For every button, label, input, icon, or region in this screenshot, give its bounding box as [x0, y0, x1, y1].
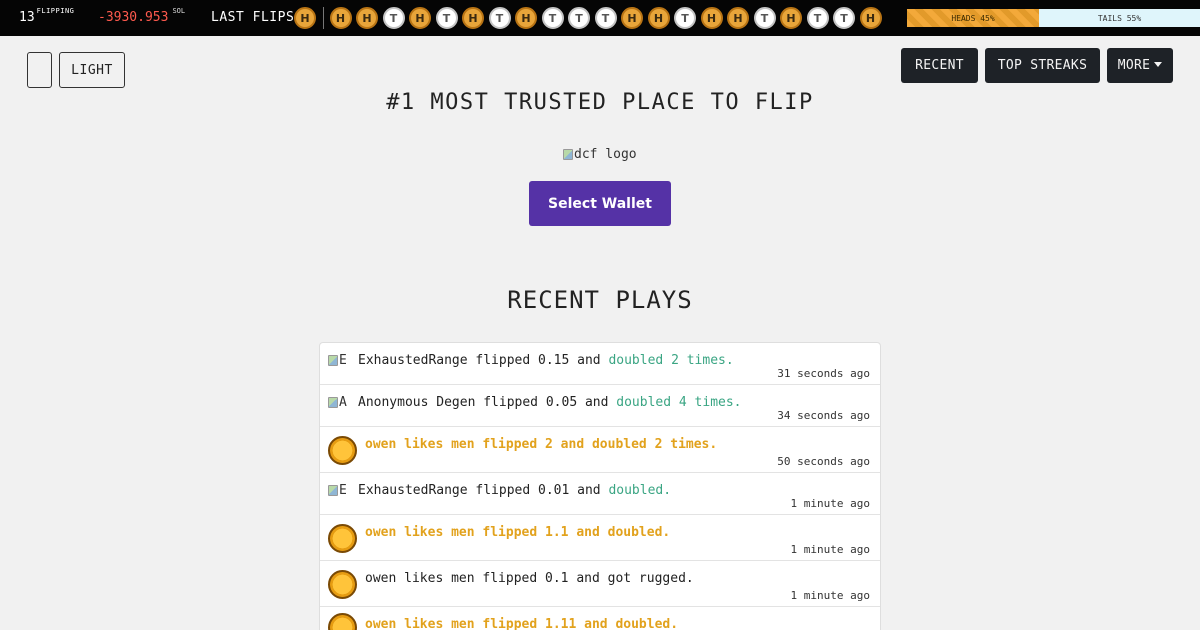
flipping-label: FLIPPING: [36, 7, 75, 15]
coin-list: HHTHTHTHTTTHHTHHTHTTH: [329, 7, 887, 29]
play-row: E ExhaustedRange flipped 0.01 and doubled…: [320, 473, 880, 515]
play-timestamp: 50 seconds ago: [777, 455, 870, 468]
tails-coin-icon: T: [568, 7, 590, 29]
heads-coin-icon: H: [329, 7, 352, 29]
tails-coin-icon: T: [382, 7, 405, 29]
nav-top-streaks-button[interactable]: TOP STREAKS: [985, 48, 1100, 83]
broken-image-icon: [563, 148, 573, 160]
heads-coin-icon: H: [356, 7, 378, 29]
avatar-alt-text: E: [339, 353, 347, 368]
tails-coin-icon: T: [833, 7, 855, 29]
play-text: ExhaustedRange flipped 0.15 and: [358, 353, 609, 368]
play-timestamp: 34 seconds ago: [777, 409, 870, 422]
broken-image-icon: [328, 397, 338, 408]
heads-coin-icon: H: [727, 7, 749, 29]
heads-coin-icon: H: [859, 7, 882, 29]
play-text: ExhaustedRange flipped 0.01 and: [358, 483, 609, 498]
avatar: E: [328, 353, 347, 368]
broken-image-icon: [328, 485, 338, 496]
play-description: owen likes men flipped 2 and doubled 2 t…: [365, 437, 717, 452]
avatar: A: [328, 395, 347, 410]
play-description: ExhaustedRange flipped 0.15 and doubled …: [358, 353, 734, 368]
tails-coin-icon: T: [674, 7, 696, 29]
tails-coin-icon: T: [806, 7, 829, 29]
heads-coin-icon: H: [700, 7, 723, 29]
play-text: Anonymous Degen flipped 0.05 and: [358, 395, 617, 410]
avatar: E: [328, 483, 347, 498]
play-text: owen likes men flipped 0.1 and got rugge…: [365, 571, 694, 586]
play-row: A Anonymous Degen flipped 0.05 and double…: [320, 385, 880, 427]
heads-coin-icon: H: [515, 7, 537, 29]
select-wallet-button[interactable]: Select Wallet: [529, 181, 671, 226]
broken-image-icon: [328, 355, 338, 366]
flipping-counter: 13 FLIPPING: [19, 7, 75, 25]
play-row: owen likes men flipped 2 and doubled 2 t…: [320, 427, 880, 473]
coin-icon: H: [294, 7, 316, 29]
play-result: doubled 2 times.: [608, 353, 734, 368]
play-description: Anonymous Degen flipped 0.05 and doubled…: [358, 395, 742, 410]
page-headline: #1 MOST TRUSTED PLACE TO FLIP: [386, 90, 814, 115]
tails-coin-icon: T: [435, 7, 458, 29]
coin-avatar-icon: [328, 436, 357, 465]
heads-tails-ratio-bar: HEADS 45% TAILS 55%: [907, 9, 1200, 27]
avatar-alt-text: E: [339, 483, 347, 498]
play-description: ExhaustedRange flipped 0.01 and doubled.: [358, 483, 671, 498]
heads-coin-icon: H: [409, 7, 431, 29]
play-row: owen likes men flipped 1.11 and doubled.: [320, 607, 880, 630]
logo-alt-text: dcf logo: [574, 146, 637, 162]
recent-plays-list: E ExhaustedRange flipped 0.15 and doubled…: [319, 342, 881, 630]
tails-coin-icon: T: [541, 7, 564, 29]
pnl-value: -3930.953: [98, 10, 169, 25]
last-flips-label: LAST FLIPS: [211, 10, 295, 25]
play-row: E ExhaustedRange flipped 0.15 and doubled…: [320, 343, 880, 385]
recent-plays-title: RECENT PLAYS: [507, 286, 693, 314]
caret-down-icon: [1154, 62, 1163, 67]
tails-ratio: TAILS 55%: [1039, 9, 1200, 27]
heads-coin-icon: H: [462, 7, 484, 29]
logo-image: dcf logo: [563, 146, 637, 162]
play-timestamp: 31 seconds ago: [777, 367, 870, 380]
play-result: doubled.: [608, 483, 672, 498]
tails-coin-icon: T: [488, 7, 511, 29]
play-text: owen likes men flipped 2 and doubled 2 t…: [365, 437, 718, 452]
play-description: owen likes men flipped 1.1 and doubled.: [365, 525, 670, 540]
nav-recent-button[interactable]: RECENT: [901, 48, 978, 83]
play-text: owen likes men flipped 1.11 and doubled.: [365, 617, 679, 630]
tails-coin-icon: T: [753, 7, 776, 29]
play-description: owen likes men flipped 1.11 and doubled.: [365, 617, 678, 630]
heads-coin-icon: H: [647, 7, 670, 29]
play-result: doubled 4 times.: [616, 395, 742, 410]
nav-more-dropdown[interactable]: MORE: [1107, 48, 1173, 83]
menu-toggle-button[interactable]: [27, 52, 52, 88]
pnl-readout: -3930.953 SOL: [98, 7, 186, 25]
heads-coin-icon: H: [780, 7, 802, 29]
tails-coin-icon: T: [594, 7, 617, 29]
theme-toggle-button[interactable]: LIGHT: [59, 52, 125, 88]
play-timestamp: 1 minute ago: [790, 497, 870, 510]
coin-avatar-icon: [328, 570, 357, 599]
last-flips-coins: H HHTHTHTHTTTHHTHHTHTTH: [294, 7, 886, 29]
coin-avatar-icon: [328, 613, 357, 630]
avatar-alt-text: A: [339, 395, 347, 410]
play-row: owen likes men flipped 0.1 and got rugge…: [320, 561, 880, 607]
top-ticker-bar: 13 FLIPPING -3930.953 SOL LAST FLIPS H HHT…: [0, 0, 1200, 36]
pnl-unit: SOL: [172, 7, 186, 15]
heads-ratio: HEADS 45%: [907, 9, 1039, 27]
flipping-count: 13: [19, 10, 35, 25]
play-timestamp: 1 minute ago: [790, 589, 870, 602]
play-text: owen likes men flipped 1.1 and doubled.: [365, 525, 671, 540]
coin-avatar-icon: [328, 524, 357, 553]
play-row: owen likes men flipped 1.1 and doubled. 1…: [320, 515, 880, 561]
play-description: owen likes men flipped 0.1 and got rugge…: [365, 571, 694, 586]
play-timestamp: 1 minute ago: [790, 543, 870, 556]
nav-more-label: MORE: [1117, 58, 1151, 73]
coin-divider: [322, 7, 324, 29]
heads-coin-icon: H: [621, 7, 643, 29]
